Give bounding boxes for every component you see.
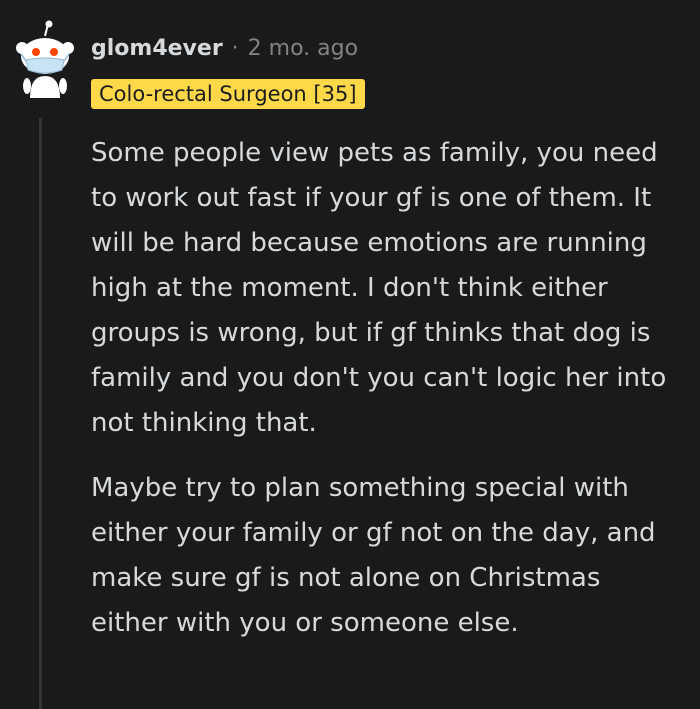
thread-collapse-line[interactable]: [39, 118, 42, 709]
comment-header: glom4ever · 2 mo. ago: [91, 34, 358, 64]
username-link[interactable]: glom4ever: [91, 34, 223, 64]
comment-paragraph: Some people view pets as family, you nee…: [91, 138, 667, 438]
right-arm: [59, 78, 67, 94]
body: [30, 76, 60, 98]
timestamp-link[interactable]: 2 mo. ago: [248, 34, 358, 64]
comment-paragraph: Maybe try to plan something special with…: [91, 473, 656, 638]
comment-body: Some people view pets as family, you nee…: [91, 131, 681, 646]
face-mask-icon: [25, 57, 65, 74]
left-arm: [23, 78, 31, 94]
right-eye: [50, 48, 58, 56]
meta-separator: ·: [231, 36, 239, 61]
comment-card: glom4ever · 2 mo. ago Colo-rectal Surgeo…: [0, 0, 700, 709]
antenna-ball: [45, 20, 53, 28]
left-eye: [32, 48, 40, 56]
user-avatar-icon[interactable]: [10, 20, 80, 102]
user-flair-badge: Colo-rectal Surgeon [35]: [91, 79, 365, 109]
